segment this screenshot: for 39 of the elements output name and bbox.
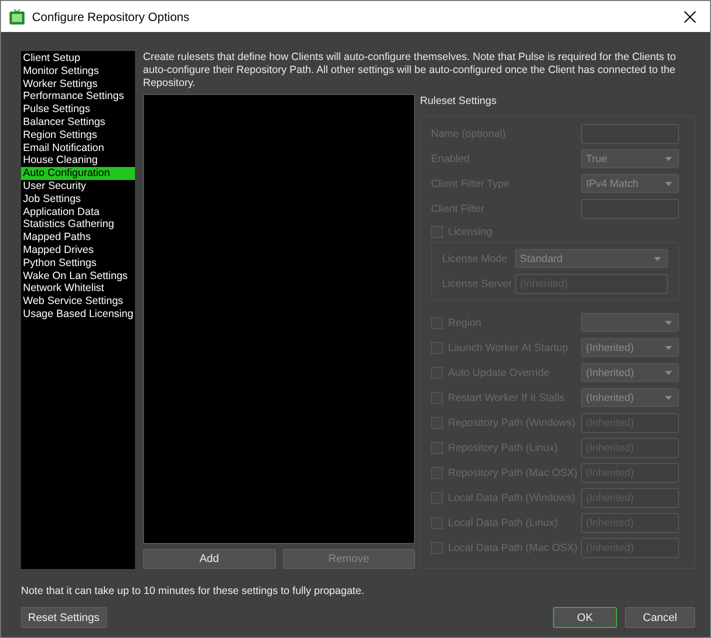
sidebar-item[interactable]: Balancer Settings [21,116,135,129]
sidebar-item[interactable]: Web Service Settings [21,295,135,308]
caret-icon [665,370,672,374]
sidebar-item[interactable]: Performance Settings [21,90,135,104]
sidebar-item[interactable]: Python Settings [21,256,135,270]
sidebar-item[interactable]: User Security [21,180,135,193]
caret-icon [654,256,661,260]
sidebar-item[interactable]: Wake On Lan Settings [21,270,135,282]
add-button[interactable]: Add [143,549,276,570]
caret-icon [665,346,672,350]
ruleset-list[interactable] [143,94,415,544]
sidebar-item[interactable]: Auto Configuration [21,167,135,180]
sidebar-item[interactable]: Job Settings [21,192,135,206]
caret-icon [665,396,672,400]
sidebar-item[interactable]: Mapped Drives [21,244,135,257]
caret-icon [665,156,672,160]
sidebar-item[interactable]: Monitor Settings [21,64,135,78]
sidebar-item[interactable]: Email Notification [21,142,135,154]
sidebar-item[interactable]: Pulse Settings [21,103,135,116]
sidebar-item[interactable]: Worker Settings [21,78,135,90]
reset-button[interactable]: Reset Settings [21,607,107,628]
group-title: Ruleset Settings [420,94,498,109]
window-title: Configure Repository Options [32,10,190,24]
sidebar-item[interactable]: Region Settings [21,128,135,142]
sidebar-item[interactable]: House Cleaning [21,154,135,168]
footer-note: Note that it can take up to 10 minutes for these settings to fully propagate. [21,585,366,599]
sidebar-item[interactable]: Client Setup [21,52,135,65]
caret-icon [665,320,672,324]
ok-button[interactable]: OK [553,607,617,628]
sidebar-item[interactable]: Mapped Paths [21,231,135,244]
cancel-button[interactable]: Cancel [625,607,695,628]
sidebar-item[interactable]: Network Whitelist [21,282,135,296]
sidebar-item[interactable]: Usage Based Licensing [21,308,135,321]
sidebar-item[interactable]: Application Data [21,206,135,218]
caret-icon [665,182,672,186]
close-icon[interactable] [684,10,696,22]
sidebar-item[interactable]: Statistics Gathering [21,218,135,232]
tv-icon [9,8,25,24]
description-text: Create rulesets that define how Clients will auto-configure themselves. Note that Pulse is required for the Clients to auto-configure their Repository Path. All other settings will be auto-configured once the Client has connected to the Repository. [143,51,677,91]
